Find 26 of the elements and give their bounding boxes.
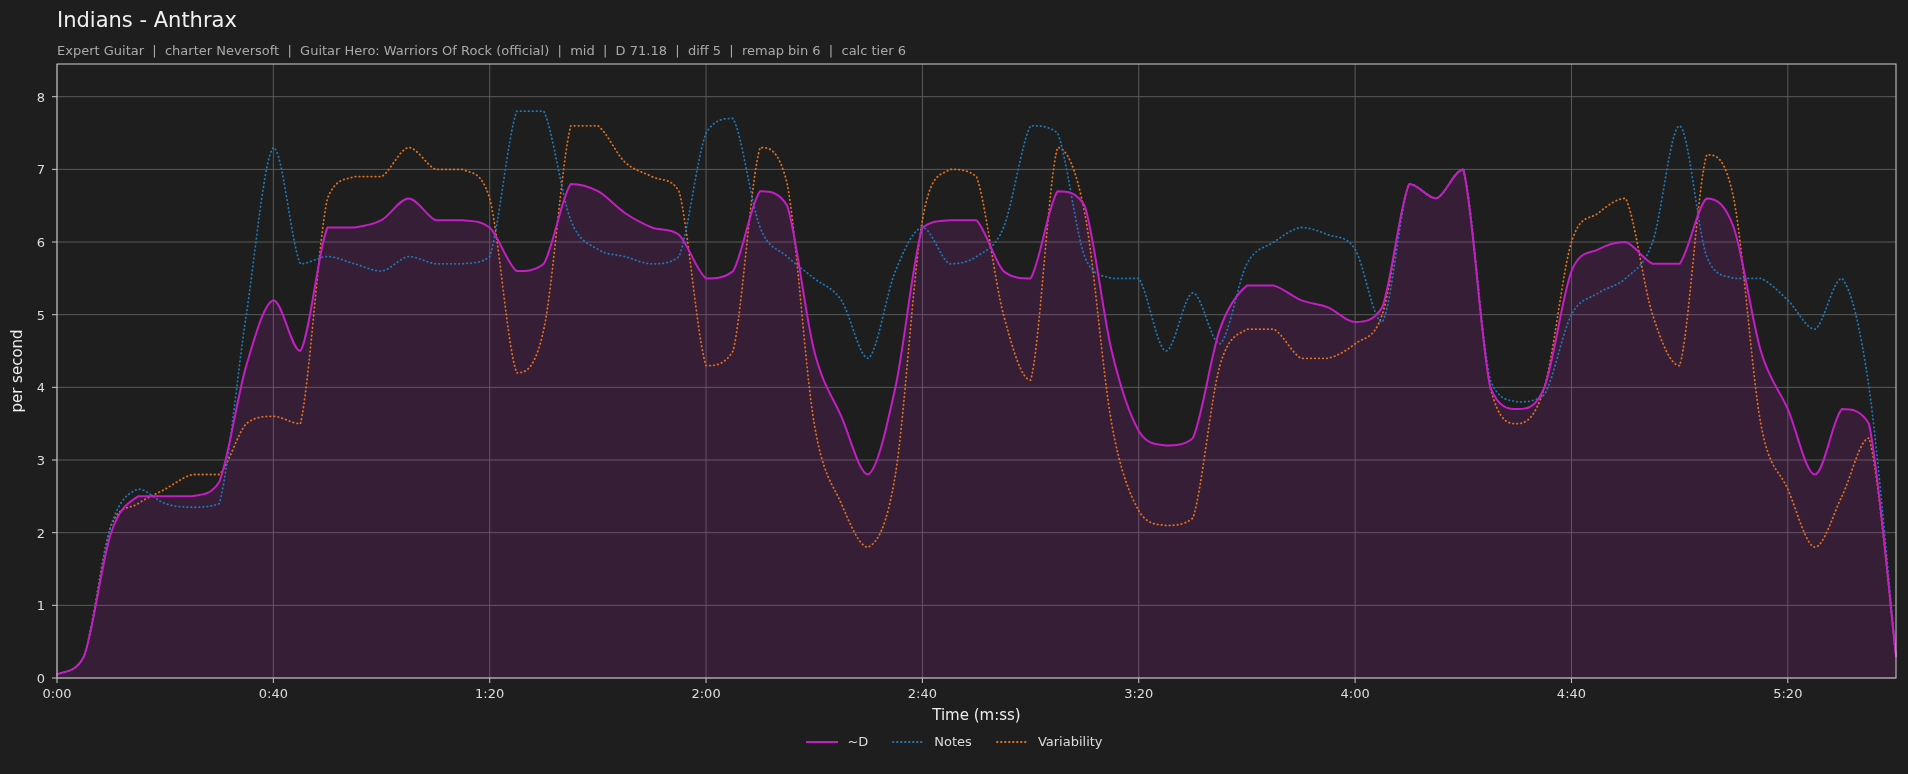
x-tick-label: 4:00	[1340, 686, 1370, 701]
legend-line-icon	[805, 738, 840, 745]
y-tick-label: 8	[36, 89, 45, 105]
y-tick-label: 5	[36, 307, 45, 323]
y-tick-label: 2	[36, 525, 45, 541]
chart-title: Indians - Anthrax	[57, 8, 238, 34]
x-tick-label: 0:00	[42, 686, 72, 701]
chart-subtitle: Expert Guitar | charter Neversoft | Guitar Hero: Warriors Of Rock (official) | mid | D 71.18 | diff 5 | remap bin 6 | calc tier 6	[57, 42, 907, 61]
y-tick-label: 3	[36, 453, 45, 468]
legend-label: Notes	[934, 733, 972, 751]
y-tick-label: 6	[36, 235, 45, 250]
y-tick-label: 0	[36, 671, 45, 686]
y-axis-label: per second	[8, 329, 26, 413]
x-tick-label: 0:40	[258, 686, 288, 701]
legend-label: ~D	[847, 733, 869, 751]
legend-label: Variability	[1037, 733, 1103, 751]
x-tick-label: 3:20	[1124, 686, 1154, 701]
y-tick-label: 1	[36, 598, 45, 614]
x-axis-label: Time (m:ss)	[932, 706, 1021, 724]
x-tick-label: 5:20	[1773, 686, 1803, 701]
x-tick-label: 4:40	[1556, 686, 1587, 701]
y-tick-label: 4	[36, 380, 45, 396]
x-tick-label: 2:40	[907, 686, 937, 701]
y-tick-label: 7	[36, 162, 45, 178]
x-tick-label: 1:20	[475, 686, 505, 701]
x-tick-label: 2:00	[691, 686, 721, 701]
